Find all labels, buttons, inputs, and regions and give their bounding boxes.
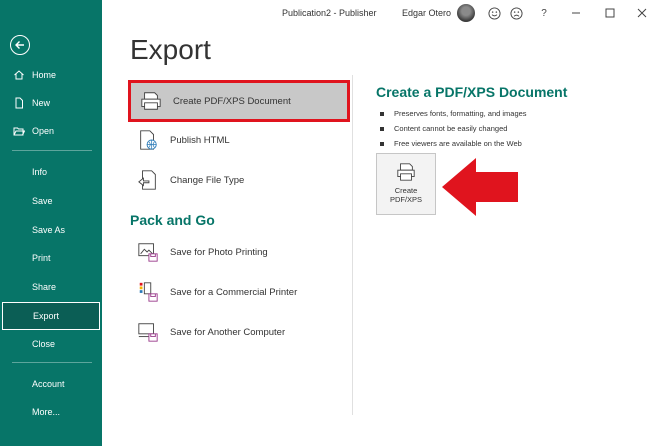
publish-html-option[interactable]: Publish HTML [128,121,350,159]
sidebar-item-label: Save As [32,225,66,235]
red-arrow-annotation [442,158,518,216]
list-item: Free viewers are available on the Web [380,136,527,151]
user-name[interactable]: Edgar Otero [402,8,451,18]
restore-icon[interactable] [602,5,618,21]
printer-icon [397,163,415,181]
new-document-icon [12,96,26,110]
sidebar-item-account[interactable]: Account [0,370,102,398]
option-label: Create PDF/XPS Document [173,95,291,107]
button-label-line2: PDF/XPS [389,195,423,204]
sidebar-divider [12,150,92,151]
window-title: Publication2 - Publisher [282,8,377,18]
list-item: Preserves fonts, formatting, and images [380,106,527,121]
sidebar-item-save[interactable]: Save [0,187,102,215]
sidebar-item-label: Info [32,167,48,177]
sidebar-item-info[interactable]: Info [0,158,102,186]
avatar[interactable] [457,4,475,22]
column-divider [352,75,353,415]
sidebar-item-label: New [32,98,51,108]
list-item: Content cannot be easily changed [380,121,527,136]
create-pdf-xps-option[interactable]: Create PDF/XPS Document [128,80,350,122]
save-for-photo-printing-option[interactable]: Save for Photo Printing [128,233,350,271]
sidebar-item-more[interactable]: More... [0,398,102,426]
commercial-printer-icon [136,279,160,305]
frown-icon[interactable] [508,5,524,21]
title-bar: Publication2 - Publisher Edgar Otero ? [102,0,660,26]
sidebar-item-close[interactable]: Close [0,330,102,358]
help-icon[interactable]: ? [536,5,552,21]
close-icon[interactable] [634,5,650,21]
page-title: Export [130,34,211,65]
detail-heading: Create a PDF/XPS Document [376,84,568,100]
sidebar-item-label: Home [32,70,57,80]
sidebar-item-share[interactable]: Share [0,273,102,301]
option-label: Save for Another Computer [170,326,286,338]
sidebar-item-label: Save [32,196,53,206]
sidebar-item-label: More... [32,407,61,417]
sidebar-item-export[interactable]: Export [2,302,100,330]
minimize-icon[interactable] [568,5,584,21]
sidebar-item-label: Print [32,253,51,263]
sidebar-item-label: Close [32,339,56,349]
sidebar-item-label: Open [32,126,55,136]
change-file-type-icon [136,167,160,193]
option-label: Save for a Commercial Printer [170,286,298,298]
option-label: Save for Photo Printing [170,246,268,258]
sidebar-item-home[interactable]: Home [0,61,102,89]
sidebar-divider [12,362,92,363]
home-icon [12,68,26,82]
sidebar-item-label: Account [32,379,65,389]
pack-and-go-heading: Pack and Go [130,212,215,228]
backstage-sidebar: Home New Open Info Save Save As Print Sh… [0,0,102,446]
option-label: Publish HTML [170,134,230,146]
sidebar-item-new[interactable]: New [0,89,102,117]
publish-html-icon [136,127,160,153]
option-label: Change File Type [170,174,245,186]
save-for-commercial-printer-option[interactable]: Save for a Commercial Printer [128,273,350,311]
another-computer-icon [136,319,160,345]
button-label-line1: Create [394,186,418,195]
sidebar-item-save-as[interactable]: Save As [0,216,102,244]
smiley-icon[interactable] [486,5,502,21]
photo-printing-icon [136,239,160,265]
folder-open-icon [12,124,26,138]
save-for-another-computer-option[interactable]: Save for Another Computer [128,313,350,351]
back-arrow-icon[interactable] [10,35,30,55]
feature-list: Preserves fonts, formatting, and images … [380,106,527,151]
sidebar-item-label: Share [32,282,57,292]
pdf-xps-icon [139,88,163,114]
sidebar-item-label: Export [33,311,60,321]
change-file-type-option[interactable]: Change File Type [128,161,350,199]
sidebar-item-open[interactable]: Open [0,117,102,145]
create-pdf-xps-button[interactable]: Create PDF/XPS [376,153,436,215]
sidebar-item-print[interactable]: Print [0,244,102,272]
